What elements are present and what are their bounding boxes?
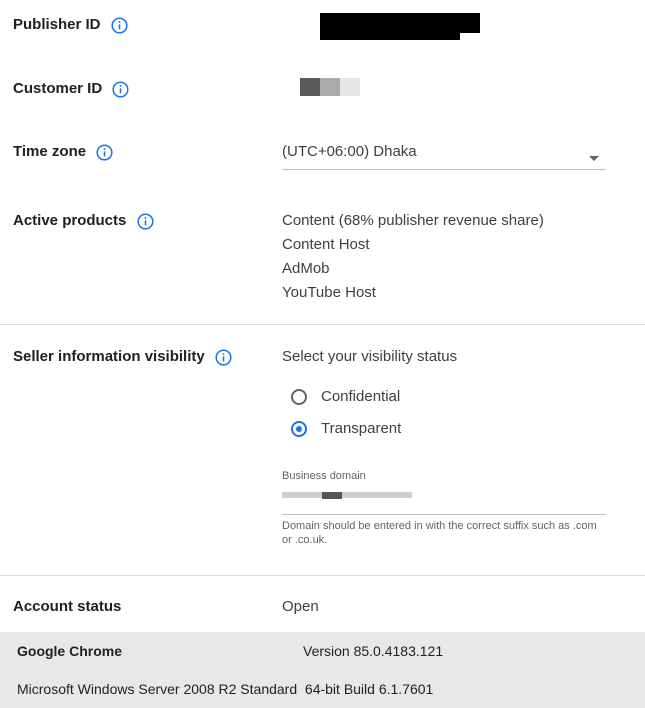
product-item: Content (68% publisher revenue share) [282,212,544,229]
info-icon[interactable] [112,80,129,98]
redacted-domain-value [282,492,412,498]
radio-confidential[interactable]: Confidential [290,387,490,409]
redacted-customer-id-part [320,78,340,96]
browser-name: Google Chrome [17,643,123,659]
select-underline [282,169,606,170]
browser-info-footer: Google Chrome Version 85.0.4183.121 Micr… [0,632,645,708]
info-icon[interactable] [215,348,232,366]
seller-visibility-label: Seller information visibility [13,348,205,365]
time-zone-select[interactable]: (UTC+06:00) Dhaka [282,140,606,170]
redacted-customer-id [300,78,320,96]
browser-version: Version 85.0.4183.121 [303,643,444,659]
info-icon[interactable] [136,212,154,230]
time-zone-label: Time zone [13,143,87,160]
publisher-id-label: Publisher ID [13,16,101,33]
radio-button-selected[interactable] [291,421,307,437]
product-item: Content Host [282,236,370,253]
customer-id-label: Customer ID [13,80,103,97]
redacted-domain-mark [322,492,342,499]
business-domain-label: Business domain [282,470,366,482]
active-products-label: Active products [13,212,127,229]
info-icon[interactable] [96,143,113,161]
caret-down-icon [588,149,600,167]
field-underline [282,514,606,515]
radio-transparent[interactable]: Transparent [290,419,490,441]
redacted-customer-id-part [340,78,360,96]
radio-button[interactable] [291,389,307,405]
visibility-prompt: Select your visibility status [282,348,458,365]
seller-visibility-row: Seller information visibility [13,348,232,366]
product-item: YouTube Host [282,284,376,301]
info-icon[interactable] [111,16,128,34]
section-divider [0,575,645,576]
account-status-label: Account status [13,598,122,615]
active-products-row: Active products [13,212,154,230]
account-status-value: Open [282,598,319,615]
time-zone-row: Time zone [13,143,113,161]
radio-label: Confidential [321,388,401,405]
business-domain-field[interactable]: Business domain [282,470,606,516]
domain-help-text: Domain should be entered in with the cor… [282,520,597,546]
redacted-publisher-id [320,13,480,33]
os-info: Microsoft Windows Server 2008 R2 Standar… [17,681,434,697]
section-divider [0,324,645,325]
time-zone-value: (UTC+06:00) Dhaka [282,143,417,160]
customer-id-row: Customer ID [13,80,129,98]
product-item: AdMob [282,260,330,277]
redacted-publisher-id-tail [320,33,460,40]
radio-label: Transparent [321,420,402,437]
publisher-id-row: Publisher ID [13,16,128,34]
